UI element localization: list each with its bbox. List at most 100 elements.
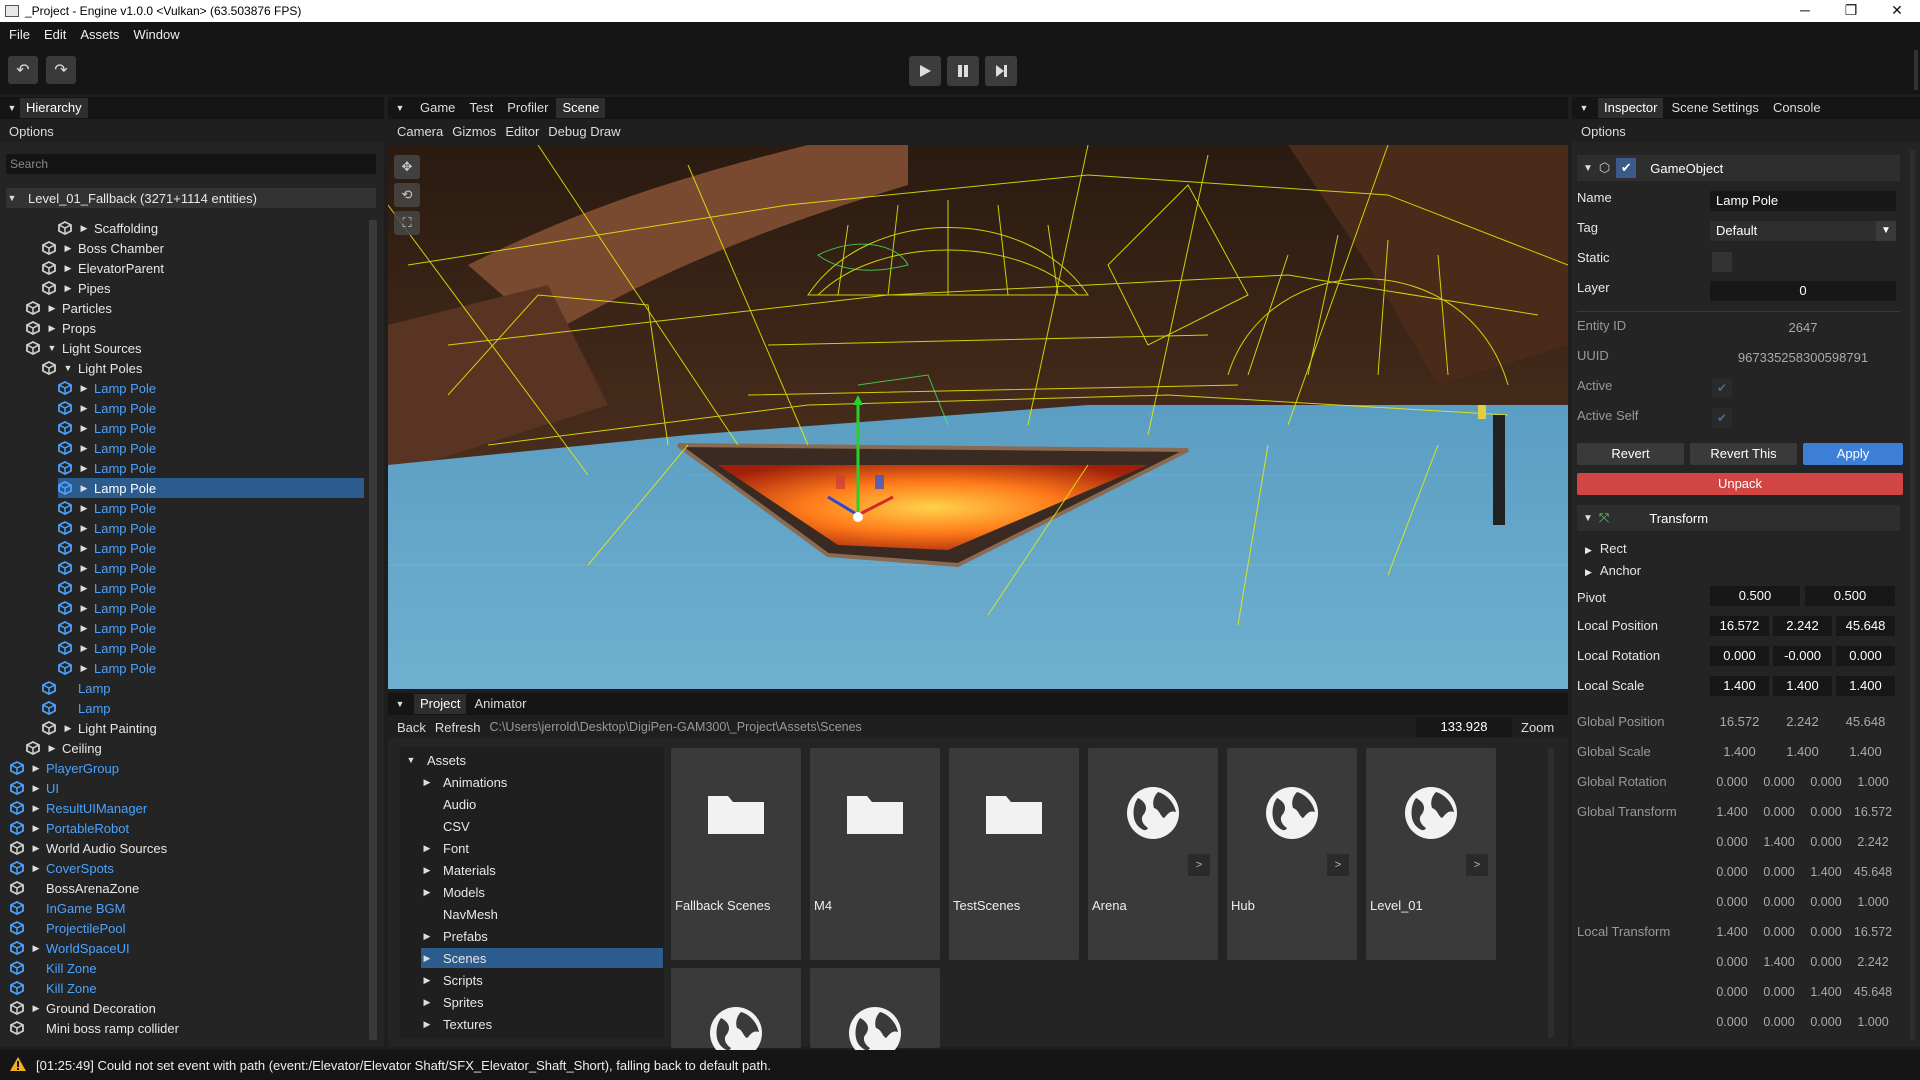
expand-icon[interactable]: ▶ (78, 543, 90, 554)
expand-icon[interactable]: ▶ (78, 223, 90, 234)
asset-tile[interactable] (671, 968, 801, 1059)
local-rotation-y-input[interactable]: -0.000 (1773, 646, 1832, 666)
local-position-x-input[interactable]: 16.572 (1710, 616, 1769, 636)
collapse-icon[interactable]: ▼ (4, 103, 20, 113)
tab-console[interactable]: Console (1767, 98, 1827, 118)
expand-icon[interactable]: ▶ (78, 643, 90, 654)
asset-folder-item[interactable]: CSV (421, 816, 663, 836)
tab-animator[interactable]: Animator (468, 694, 532, 714)
local-position-y-input[interactable]: 2.242 (1773, 616, 1832, 636)
rotate-tool-button[interactable]: ⟲ (394, 183, 420, 207)
hierarchy-item[interactable]: ▶ UI (10, 778, 364, 798)
tab-test[interactable]: Test (463, 98, 499, 118)
hierarchy-item[interactable]: ▶ PlayerGroup (10, 758, 364, 778)
menu-edit[interactable]: Edit (35, 27, 71, 42)
asset-folder-item[interactable]: ▶ Scripts (421, 970, 663, 990)
options-menu[interactable]: Options (9, 124, 54, 139)
expand-icon[interactable]: ▶ (78, 403, 90, 414)
expand-icon[interactable]: ▶ (1585, 545, 1592, 555)
revert-this-button[interactable]: Revert This (1690, 443, 1797, 465)
local-rotation-z-input[interactable]: 0.000 (1836, 646, 1895, 666)
hierarchy-item[interactable]: ▶ Lamp Pole (58, 378, 364, 398)
asset-tile[interactable]: TestScenes (949, 748, 1079, 960)
expand-scene-button[interactable]: > (1188, 854, 1210, 876)
tab-hierarchy[interactable]: Hierarchy (20, 98, 88, 118)
expand-icon[interactable]: ▶ (421, 865, 433, 876)
tab-profiler[interactable]: Profiler (501, 98, 554, 118)
hierarchy-item[interactable]: ▶ ElevatorParent (42, 258, 364, 278)
expand-icon[interactable]: ▶ (1585, 567, 1592, 577)
asset-folder-item[interactable]: ▶ Textures (421, 1014, 663, 1034)
expand-icon[interactable]: ▶ (421, 997, 433, 1008)
menu-gizmos[interactable]: Gizmos (452, 124, 496, 139)
hierarchy-item[interactable]: ▶ Pipes (42, 278, 364, 298)
hierarchy-item[interactable]: BossArenaZone (10, 878, 364, 898)
expand-icon[interactable]: ▶ (78, 463, 90, 474)
hierarchy-item[interactable]: ▼ Light Sources (26, 338, 364, 358)
hierarchy-item[interactable]: Kill Zone (10, 958, 364, 978)
asset-folder-item[interactable]: ▶ Models (421, 882, 663, 902)
hierarchy-item[interactable]: ▶ Lamp Pole (58, 498, 364, 518)
local-scale-x-input[interactable]: 1.400 (1710, 676, 1769, 696)
expand-icon[interactable]: ▶ (78, 563, 90, 574)
move-tool-button[interactable]: ✥ (394, 155, 420, 179)
layer-input[interactable]: 0 (1710, 281, 1896, 301)
expand-icon[interactable]: ▶ (30, 863, 42, 874)
scene-root[interactable]: ▼ Level_01_Fallback (3271+1114 entities) (6, 188, 376, 208)
transform-component-header[interactable]: ▼ ⤧ Transform (1577, 505, 1900, 531)
asset-folder-item[interactable]: NavMesh (421, 904, 663, 924)
hierarchy-item[interactable]: ▶ Lamp Pole (58, 598, 364, 618)
expand-icon[interactable]: ▶ (421, 843, 433, 854)
expand-icon[interactable]: ▶ (78, 523, 90, 534)
tab-scene[interactable]: Scene (556, 98, 606, 118)
asset-folder-item[interactable]: ▶ Font (421, 838, 663, 858)
hierarchy-item[interactable]: ▶ Lamp Pole (58, 538, 364, 558)
asset-folder-item[interactable]: ▼ Assets (405, 750, 663, 770)
expand-icon[interactable]: ▶ (78, 603, 90, 614)
collapse-icon[interactable]: ▼ (392, 699, 408, 709)
chevron-down-icon[interactable]: ▼ (1876, 221, 1896, 241)
asset-tile[interactable]: Level_01 > (1366, 748, 1496, 960)
revert-button[interactable]: Revert (1577, 443, 1684, 465)
hierarchy-item[interactable]: Mini boss ramp collider (10, 1018, 364, 1038)
hierarchy-item[interactable]: ▶ Lamp Pole (58, 518, 364, 538)
hierarchy-item[interactable]: ▶ Particles (26, 298, 364, 318)
hierarchy-item[interactable]: Lamp (42, 678, 364, 698)
hierarchy-item[interactable]: Kill Zone (10, 978, 364, 998)
hierarchy-item[interactable]: ▶ PortableRobot (10, 818, 364, 838)
expand-icon[interactable]: ▶ (30, 803, 42, 814)
refresh-button[interactable]: Refresh (435, 720, 481, 735)
minimize-button[interactable]: ─ (1782, 0, 1828, 22)
tab-project[interactable]: Project (414, 694, 467, 714)
menu-camera[interactable]: Camera (397, 124, 443, 139)
unpack-button[interactable]: Unpack (1577, 473, 1903, 495)
collapse-icon[interactable]: ▼ (46, 343, 58, 353)
hierarchy-item[interactable]: ▶ Light Painting (42, 718, 364, 738)
expand-icon[interactable]: ▶ (46, 303, 58, 314)
local-rotation-x-input[interactable]: 0.000 (1710, 646, 1769, 666)
expand-icon[interactable]: ▼ (1583, 513, 1593, 524)
step-button[interactable] (985, 56, 1017, 86)
hierarchy-item[interactable]: ▶ Lamp Pole (58, 398, 364, 418)
asset-tile[interactable]: Hub > (1227, 748, 1357, 960)
menu-debug-draw[interactable]: Debug Draw (548, 124, 620, 139)
local-scale-z-input[interactable]: 1.400 (1836, 676, 1895, 696)
hierarchy-item[interactable]: ▶ Lamp Pole (58, 558, 364, 578)
hierarchy-item[interactable]: ▶ Lamp Pole (58, 658, 364, 678)
expand-icon[interactable]: ▶ (421, 1019, 433, 1030)
expand-icon[interactable]: ▶ (62, 243, 74, 254)
zoom-input[interactable]: 133.928 (1416, 717, 1512, 737)
asset-folder-item[interactable]: ▶ Materials (421, 860, 663, 880)
expand-icon[interactable]: ▶ (78, 503, 90, 514)
expand-icon[interactable]: ▶ (62, 263, 74, 274)
asset-tile[interactable]: Fallback Scenes (671, 748, 801, 960)
expand-icon[interactable]: ▶ (78, 583, 90, 594)
hierarchy-item[interactable]: Lamp (42, 698, 364, 718)
expand-icon[interactable]: ▶ (62, 283, 74, 294)
collapse-icon[interactable]: ▼ (62, 363, 74, 373)
expand-icon[interactable]: ▶ (62, 723, 74, 734)
undo-button[interactable]: ↶ (8, 56, 38, 84)
hierarchy-item[interactable]: ▶ Lamp Pole (58, 458, 364, 478)
tab-game[interactable]: Game (414, 98, 461, 118)
asset-folder-item[interactable]: ▶ Animations (421, 772, 663, 792)
